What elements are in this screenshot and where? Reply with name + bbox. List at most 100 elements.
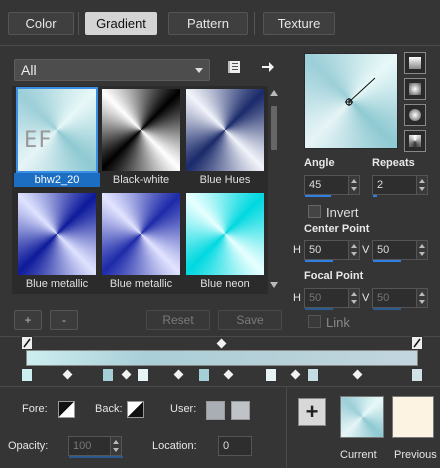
gradient-name: bhw2_20 xyxy=(14,173,100,187)
gallery-scrollbar[interactable] xyxy=(268,86,280,294)
repeats-value: 2 xyxy=(377,179,384,191)
previous-swatch[interactable] xyxy=(392,396,434,438)
user-color-chip[interactable] xyxy=(231,401,250,420)
transparency-stop[interactable] xyxy=(411,336,423,350)
linear-style-button[interactable] xyxy=(404,52,426,74)
divider xyxy=(286,387,287,468)
stepper-arrows-icon[interactable] xyxy=(348,241,359,259)
back-label: Back: xyxy=(95,403,123,415)
user-color-chip[interactable] xyxy=(206,401,225,420)
center-h-stepper[interactable]: 50 xyxy=(304,240,360,262)
tab-texture[interactable]: Texture xyxy=(263,12,335,35)
color-midpoint[interactable] xyxy=(121,369,132,380)
opacity-value: 100 xyxy=(73,440,92,452)
opacity-stepper[interactable]: 100 xyxy=(68,436,123,458)
tab-color[interactable]: Color xyxy=(8,12,74,35)
chevron-down-icon xyxy=(195,68,203,73)
focal-h-stepper[interactable]: 50 xyxy=(304,288,360,310)
add-gradient-button[interactable]: + xyxy=(14,310,42,330)
divider xyxy=(0,386,440,387)
gradient-name: Blue metallic xyxy=(109,278,173,290)
gradient-tile[interactable]: Black-white xyxy=(98,86,180,188)
library-icon[interactable] xyxy=(228,60,242,74)
color-midpoint[interactable] xyxy=(290,369,301,380)
add-to-library-button[interactable]: + xyxy=(298,398,326,426)
gradient-tile[interactable]: Blue neon xyxy=(182,190,264,292)
fore-label: Fore: xyxy=(22,403,48,415)
focal-v-stepper[interactable]: 50 xyxy=(372,288,428,310)
location-value: 0 xyxy=(223,440,230,452)
tab-gradient[interactable]: Gradient xyxy=(85,12,157,35)
color-midpoint[interactable] xyxy=(223,369,234,380)
tab-divider xyxy=(254,12,255,35)
rectangular-style-button[interactable] xyxy=(404,78,426,100)
gradient-tile[interactable]: Blue Hues xyxy=(182,86,264,188)
color-midpoint[interactable] xyxy=(62,369,73,380)
location-input[interactable]: 0 xyxy=(218,436,252,456)
gradient-tile[interactable]: Blue metallic xyxy=(14,190,96,292)
remove-gradient-button[interactable]: - xyxy=(50,310,78,330)
color-stop[interactable] xyxy=(102,368,114,382)
color-midpoint[interactable] xyxy=(352,369,363,380)
scrollbar-thumb[interactable] xyxy=(271,106,277,150)
stepper-arrows-icon[interactable] xyxy=(110,437,121,455)
chevron-down-icon[interactable] xyxy=(270,282,278,288)
value-bar xyxy=(305,195,331,197)
sunburst-icon xyxy=(409,135,421,147)
sunburst-style-button[interactable] xyxy=(404,130,426,152)
gradient-tile[interactable]: Blue metallic xyxy=(98,190,180,292)
center-v-label: V xyxy=(362,244,370,256)
focal-h-label: H xyxy=(293,292,301,304)
value-bar xyxy=(373,260,401,262)
transparency-stop[interactable] xyxy=(21,336,33,350)
focal-point-label: Focal Point xyxy=(304,270,364,282)
tab-pattern[interactable]: Pattern xyxy=(168,12,248,35)
stepper-arrows-icon[interactable] xyxy=(348,176,359,194)
chevron-up-icon[interactable] xyxy=(270,90,278,96)
invert-checkbox[interactable] xyxy=(308,205,321,218)
repeats-label: Repeats xyxy=(372,157,415,169)
gradient-strip[interactable] xyxy=(26,350,418,366)
gradient-tile[interactable]: EF bhw2_20 xyxy=(14,86,100,188)
gradient-preview[interactable] xyxy=(304,53,398,149)
color-stop[interactable] xyxy=(137,368,149,382)
gradient-name: Blue metallic xyxy=(25,278,89,290)
transparency-midpoint[interactable] xyxy=(216,338,227,349)
color-stop[interactable] xyxy=(307,368,319,382)
gradient-name: Black-white xyxy=(112,174,170,186)
stepper-arrows-icon[interactable] xyxy=(416,241,427,259)
stepper-arrows-icon[interactable] xyxy=(416,176,427,194)
reset-button[interactable]: Reset xyxy=(146,310,210,330)
link-checkbox[interactable] xyxy=(308,315,321,328)
value-bar xyxy=(373,308,401,310)
color-stop[interactable] xyxy=(198,368,210,382)
value-bar xyxy=(305,308,333,310)
color-stop[interactable] xyxy=(21,368,33,382)
fore-color-chip[interactable] xyxy=(58,401,75,418)
color-midpoint[interactable] xyxy=(173,369,184,380)
location-label: Location: xyxy=(152,440,197,452)
radial-style-button[interactable] xyxy=(404,104,426,126)
angle-handle-icon[interactable] xyxy=(305,54,399,150)
gradient-swatch xyxy=(186,89,264,171)
focal-h-value: 50 xyxy=(309,292,322,304)
angle-value: 45 xyxy=(309,179,322,191)
stepper-arrows-icon[interactable] xyxy=(348,289,359,307)
color-stop[interactable] xyxy=(411,368,423,382)
center-h-value: 50 xyxy=(309,244,322,256)
category-select[interactable]: All xyxy=(14,59,210,81)
focal-v-label: V xyxy=(362,292,370,304)
color-stop[interactable] xyxy=(265,368,277,382)
center-v-value: 50 xyxy=(377,244,390,256)
gradient-name: Blue neon xyxy=(200,278,250,290)
center-v-stepper[interactable]: 50 xyxy=(372,240,428,262)
repeats-stepper[interactable]: 2 xyxy=(372,175,428,197)
center-h-label: H xyxy=(293,244,301,256)
save-button[interactable]: Save xyxy=(218,310,282,330)
arrow-right-icon[interactable] xyxy=(261,60,275,74)
angle-stepper[interactable]: 45 xyxy=(304,175,360,197)
value-bar xyxy=(373,195,377,197)
back-color-chip[interactable] xyxy=(127,401,144,418)
current-swatch[interactable] xyxy=(340,396,384,438)
stepper-arrows-icon[interactable] xyxy=(416,289,427,307)
